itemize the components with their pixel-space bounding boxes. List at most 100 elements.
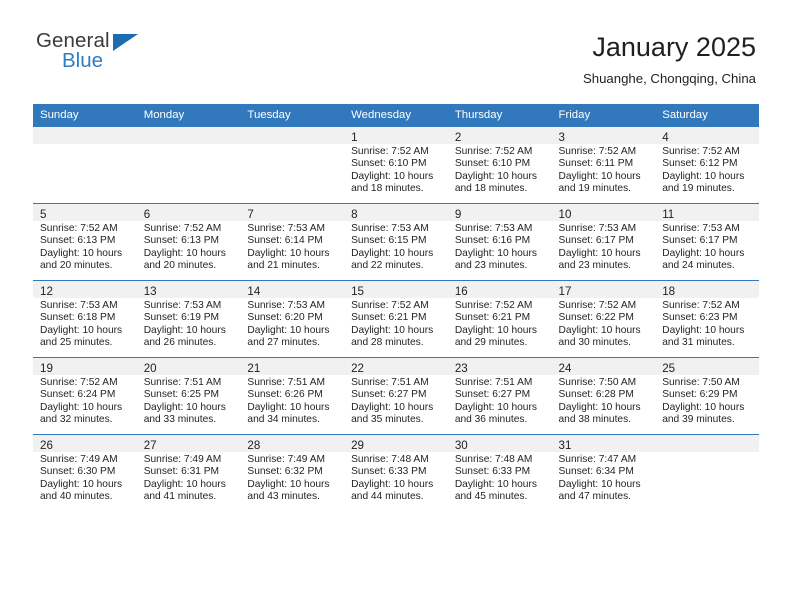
calendar-week-row: 12 Sunrise: 7:53 AM Sunset: 6:18 PM Dayligh… [33, 280, 759, 358]
day-details: Sunrise: 7:52 AM Sunset: 6:13 PM Daylight:… [33, 221, 137, 273]
calendar-cell-day[interactable]: 7 Sunrise: 7:53 AM Sunset: 6:14 PM Daylight… [240, 203, 345, 281]
daylight-text-line2: and 36 minutes. [454, 414, 528, 426]
day-number-band: 15 [344, 281, 448, 298]
calendar-cell-day[interactable]: 17 Sunrise: 7:52 AM Sunset: 6:22 PM Dayligh… [551, 280, 656, 358]
day-number-band: 9 [447, 204, 552, 221]
calendar-cell-inner: 4 Sunrise: 7:52 AM Sunset: 6:12 PM Daylight… [655, 127, 759, 203]
day-details: Sunrise: 7:52 AM Sunset: 6:12 PM Daylight:… [655, 144, 759, 196]
calendar-cell-day[interactable]: 10 Sunrise: 7:53 AM Sunset: 6:17 PM Dayligh… [551, 203, 656, 281]
daylight-text-line2: and 22 minutes. [351, 260, 424, 272]
calendar-cell-day[interactable]: 23 Sunrise: 7:51 AM Sunset: 6:27 PM Dayligh… [447, 357, 552, 435]
calendar-cell-day[interactable]: 2 Sunrise: 7:52 AM Sunset: 6:10 PM Daylight… [447, 126, 552, 204]
daylight-text-line2: and 20 minutes. [143, 260, 217, 272]
daylight-text-line1: Daylight: 10 hours [558, 170, 641, 182]
calendar-cell-day[interactable]: 26 Sunrise: 7:49 AM Sunset: 6:30 PM Dayligh… [33, 434, 137, 511]
day-number: 13 [143, 285, 157, 298]
calendar-cell-inner: 23 Sunrise: 7:51 AM Sunset: 6:27 PM Dayligh… [447, 358, 552, 434]
daylight-text-line2: and 47 minutes. [558, 491, 632, 503]
calendar-cell-day[interactable]: 25 Sunrise: 7:50 AM Sunset: 6:29 PM Dayligh… [655, 357, 759, 435]
daylight-text-line1: Daylight: 10 hours [662, 324, 745, 336]
daylight-text-line1: Daylight: 10 hours [662, 247, 745, 259]
calendar-cell-inner: 2 Sunrise: 7:52 AM Sunset: 6:10 PM Daylight… [447, 127, 552, 203]
calendar-cell-inner: 29 Sunrise: 7:48 AM Sunset: 6:33 PM Dayligh… [344, 435, 448, 511]
calendar-cell-day[interactable]: 3 Sunrise: 7:52 AM Sunset: 6:11 PM Daylight… [551, 126, 656, 204]
sunrise-text: Sunrise: 7:51 AM [351, 377, 429, 388]
sunrise-text: Sunrise: 7:53 AM [351, 223, 429, 234]
calendar-cell-empty [240, 126, 345, 204]
calendar-cell-day[interactable]: 13 Sunrise: 7:53 AM Sunset: 6:19 PM Dayligh… [136, 280, 241, 358]
day-details: Sunrise: 7:49 AM Sunset: 6:30 PM Daylight:… [33, 452, 137, 504]
day-number: 24 [558, 362, 572, 375]
calendar-cell-day[interactable]: 28 Sunrise: 7:49 AM Sunset: 6:32 PM Dayligh… [240, 434, 345, 511]
calendar-cell-day[interactable]: 29 Sunrise: 7:48 AM Sunset: 6:33 PM Dayligh… [344, 434, 448, 511]
day-number-band: 27 [136, 435, 241, 452]
calendar-cell-day[interactable]: 15 Sunrise: 7:52 AM Sunset: 6:21 PM Dayligh… [344, 280, 448, 358]
daylight-text-line2: and 43 minutes. [247, 491, 320, 503]
day-details: Sunrise: 7:48 AM Sunset: 6:33 PM Daylight:… [344, 452, 448, 504]
calendar-cell-day[interactable]: 24 Sunrise: 7:50 AM Sunset: 6:28 PM Dayligh… [551, 357, 656, 435]
calendar-cell-day[interactable]: 31 Sunrise: 7:47 AM Sunset: 6:34 PM Dayligh… [551, 434, 656, 511]
calendar-cell-day[interactable]: 20 Sunrise: 7:51 AM Sunset: 6:25 PM Dayligh… [136, 357, 241, 435]
calendar-week-row: 26 Sunrise: 7:49 AM Sunset: 6:30 PM Dayligh… [33, 434, 759, 511]
day-details: Sunrise: 7:51 AM Sunset: 6:27 PM Daylight:… [344, 375, 448, 427]
day-number: 17 [558, 285, 572, 298]
sunset-text: Sunset: 6:16 PM [454, 235, 531, 247]
day-details: Sunrise: 7:53 AM Sunset: 6:17 PM Daylight:… [552, 221, 656, 273]
day-number: 16 [454, 285, 468, 298]
calendar-cell-day[interactable]: 19 Sunrise: 7:52 AM Sunset: 6:24 PM Dayligh… [33, 357, 137, 435]
calendar-cell-day[interactable]: 30 Sunrise: 7:48 AM Sunset: 6:33 PM Dayligh… [447, 434, 552, 511]
sunrise-text: Sunrise: 7:52 AM [40, 223, 118, 234]
sunset-text: Sunset: 6:27 PM [351, 389, 427, 401]
calendar-cell-day[interactable]: 18 Sunrise: 7:52 AM Sunset: 6:23 PM Dayligh… [655, 280, 759, 358]
calendar-cell-day[interactable]: 16 Sunrise: 7:52 AM Sunset: 6:21 PM Dayligh… [447, 280, 552, 358]
calendar-cell-inner: 10 Sunrise: 7:53 AM Sunset: 6:17 PM Dayligh… [551, 204, 656, 280]
weekday-header-tuesday: Tuesday [240, 104, 345, 127]
calendar-page: General Blue January 2025 Shuanghe, Chon… [0, 0, 792, 612]
day-details: Sunrise: 7:52 AM Sunset: 6:21 PM Daylight:… [344, 298, 448, 350]
sunrise-text: Sunrise: 7:52 AM [40, 377, 118, 388]
day-number-band: 6 [136, 204, 241, 221]
sunset-text: Sunset: 6:10 PM [454, 158, 531, 170]
calendar-cell-day[interactable]: 1 Sunrise: 7:52 AM Sunset: 6:10 PM Daylight… [344, 126, 448, 204]
daylight-text-line1: Daylight: 10 hours [662, 401, 745, 413]
sunrise-text: Sunrise: 7:52 AM [454, 146, 533, 157]
daylight-text-line2: and 34 minutes. [247, 414, 320, 426]
calendar-cell-day[interactable]: 27 Sunrise: 7:49 AM Sunset: 6:31 PM Dayligh… [136, 434, 241, 511]
calendar-cell-day[interactable]: 11 Sunrise: 7:53 AM Sunset: 6:17 PM Dayligh… [655, 203, 759, 281]
daylight-text-line2: and 27 minutes. [247, 337, 320, 349]
day-number: 4 [662, 131, 669, 144]
daylight-text-line1: Daylight: 10 hours [454, 401, 537, 413]
sunrise-text: Sunrise: 7:52 AM [351, 300, 429, 311]
calendar-cell-day[interactable]: 9 Sunrise: 7:53 AM Sunset: 6:16 PM Daylight… [447, 203, 552, 281]
daylight-text-line1: Daylight: 10 hours [40, 324, 123, 336]
calendar-cell-day[interactable]: 22 Sunrise: 7:51 AM Sunset: 6:27 PM Dayligh… [344, 357, 448, 435]
calendar-cell-day[interactable]: 6 Sunrise: 7:52 AM Sunset: 6:13 PM Daylight… [136, 203, 241, 281]
calendar-cell-day[interactable]: 12 Sunrise: 7:53 AM Sunset: 6:18 PM Dayligh… [33, 280, 137, 358]
day-number: 1 [351, 131, 358, 144]
daylight-text-line1: Daylight: 10 hours [558, 247, 641, 259]
sunrise-text: Sunrise: 7:52 AM [558, 146, 637, 157]
weekday-header-sunday: Sunday [33, 104, 137, 127]
day-number: 22 [351, 362, 365, 375]
generalblue-logo[interactable]: General Blue [36, 30, 176, 86]
calendar-cell-inner: 14 Sunrise: 7:53 AM Sunset: 6:20 PM Dayligh… [240, 281, 345, 357]
day-number: 14 [247, 285, 261, 298]
logo-text-blue: Blue [62, 49, 104, 72]
day-number-band: 26 [33, 435, 137, 452]
calendar-cell-day[interactable]: 8 Sunrise: 7:53 AM Sunset: 6:15 PM Daylight… [344, 203, 448, 281]
daylight-text-line2: and 45 minutes. [454, 491, 528, 503]
sunset-text: Sunset: 6:13 PM [143, 235, 220, 247]
daylight-text-line1: Daylight: 10 hours [454, 247, 537, 259]
calendar-cell-inner: 17 Sunrise: 7:52 AM Sunset: 6:22 PM Dayligh… [551, 281, 656, 357]
title-block: January 2025 Shuanghe, Chongqing, China [583, 30, 756, 88]
calendar-cell-day[interactable]: 14 Sunrise: 7:53 AM Sunset: 6:20 PM Dayligh… [240, 280, 345, 358]
daylight-text-line1: Daylight: 10 hours [143, 324, 226, 336]
day-details: Sunrise: 7:51 AM Sunset: 6:27 PM Daylight:… [448, 375, 552, 427]
day-details: Sunrise: 7:53 AM Sunset: 6:14 PM Daylight:… [240, 221, 344, 273]
calendar-cell-day[interactable]: 4 Sunrise: 7:52 AM Sunset: 6:12 PM Daylight… [655, 126, 759, 204]
calendar-cell-day[interactable]: 5 Sunrise: 7:52 AM Sunset: 6:13 PM Daylight… [33, 203, 137, 281]
sunset-text: Sunset: 6:31 PM [143, 466, 220, 478]
calendar-cell-day[interactable]: 21 Sunrise: 7:51 AM Sunset: 6:26 PM Dayligh… [240, 357, 345, 435]
sunset-text: Sunset: 6:26 PM [247, 389, 323, 401]
day-number: 25 [662, 362, 676, 375]
